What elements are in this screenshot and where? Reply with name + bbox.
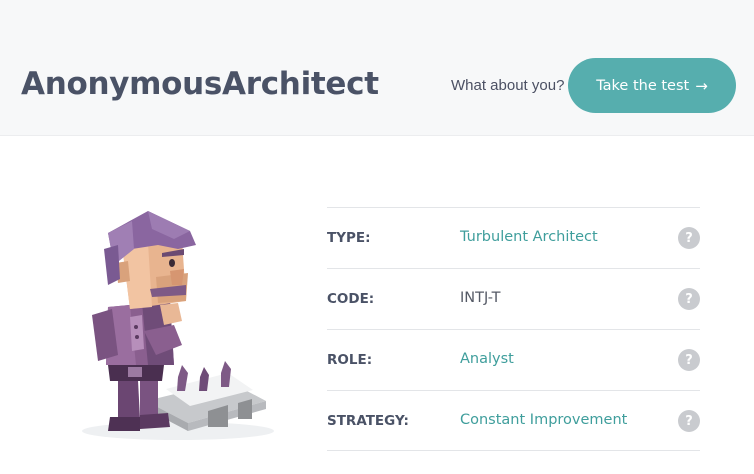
question-mark-icon[interactable]: ?: [678, 227, 700, 249]
page-header: AnonymousArchitect What about you? Take …: [0, 0, 754, 136]
question-mark-icon[interactable]: ?: [678, 349, 700, 371]
profile-details-table: TYPE: Turbulent Architect ? CODE: INTJ-T…: [327, 207, 700, 451]
question-mark-icon[interactable]: ?: [678, 288, 700, 310]
strategy-value-link[interactable]: Constant Improvement: [460, 412, 627, 428]
profile-username: AnonymousArchitect: [21, 66, 379, 102]
question-mark-icon[interactable]: ?: [678, 410, 700, 432]
row-label: STRATEGY:: [327, 413, 409, 429]
cta-prompt-text: What about you?: [451, 77, 565, 94]
profile-row-type: TYPE: Turbulent Architect ?: [327, 207, 700, 268]
code-value: INTJ-T: [460, 290, 501, 306]
profile-row-code: CODE: INTJ-T ?: [327, 268, 700, 329]
type-value-link[interactable]: Turbulent Architect: [460, 229, 598, 245]
profile-row-strategy: STRATEGY: Constant Improvement ?: [327, 390, 700, 451]
row-label: TYPE:: [327, 230, 371, 246]
arrow-right-icon: →: [695, 76, 708, 95]
row-label: ROLE:: [327, 352, 373, 368]
architect-avatar-illustration: [82, 211, 274, 440]
take-the-test-button[interactable]: Take the test →: [568, 58, 736, 113]
row-label: CODE:: [327, 291, 375, 307]
take-the-test-label: Take the test: [596, 77, 690, 94]
profile-row-role: ROLE: Analyst ?: [327, 329, 700, 390]
role-value-link[interactable]: Analyst: [460, 351, 514, 367]
